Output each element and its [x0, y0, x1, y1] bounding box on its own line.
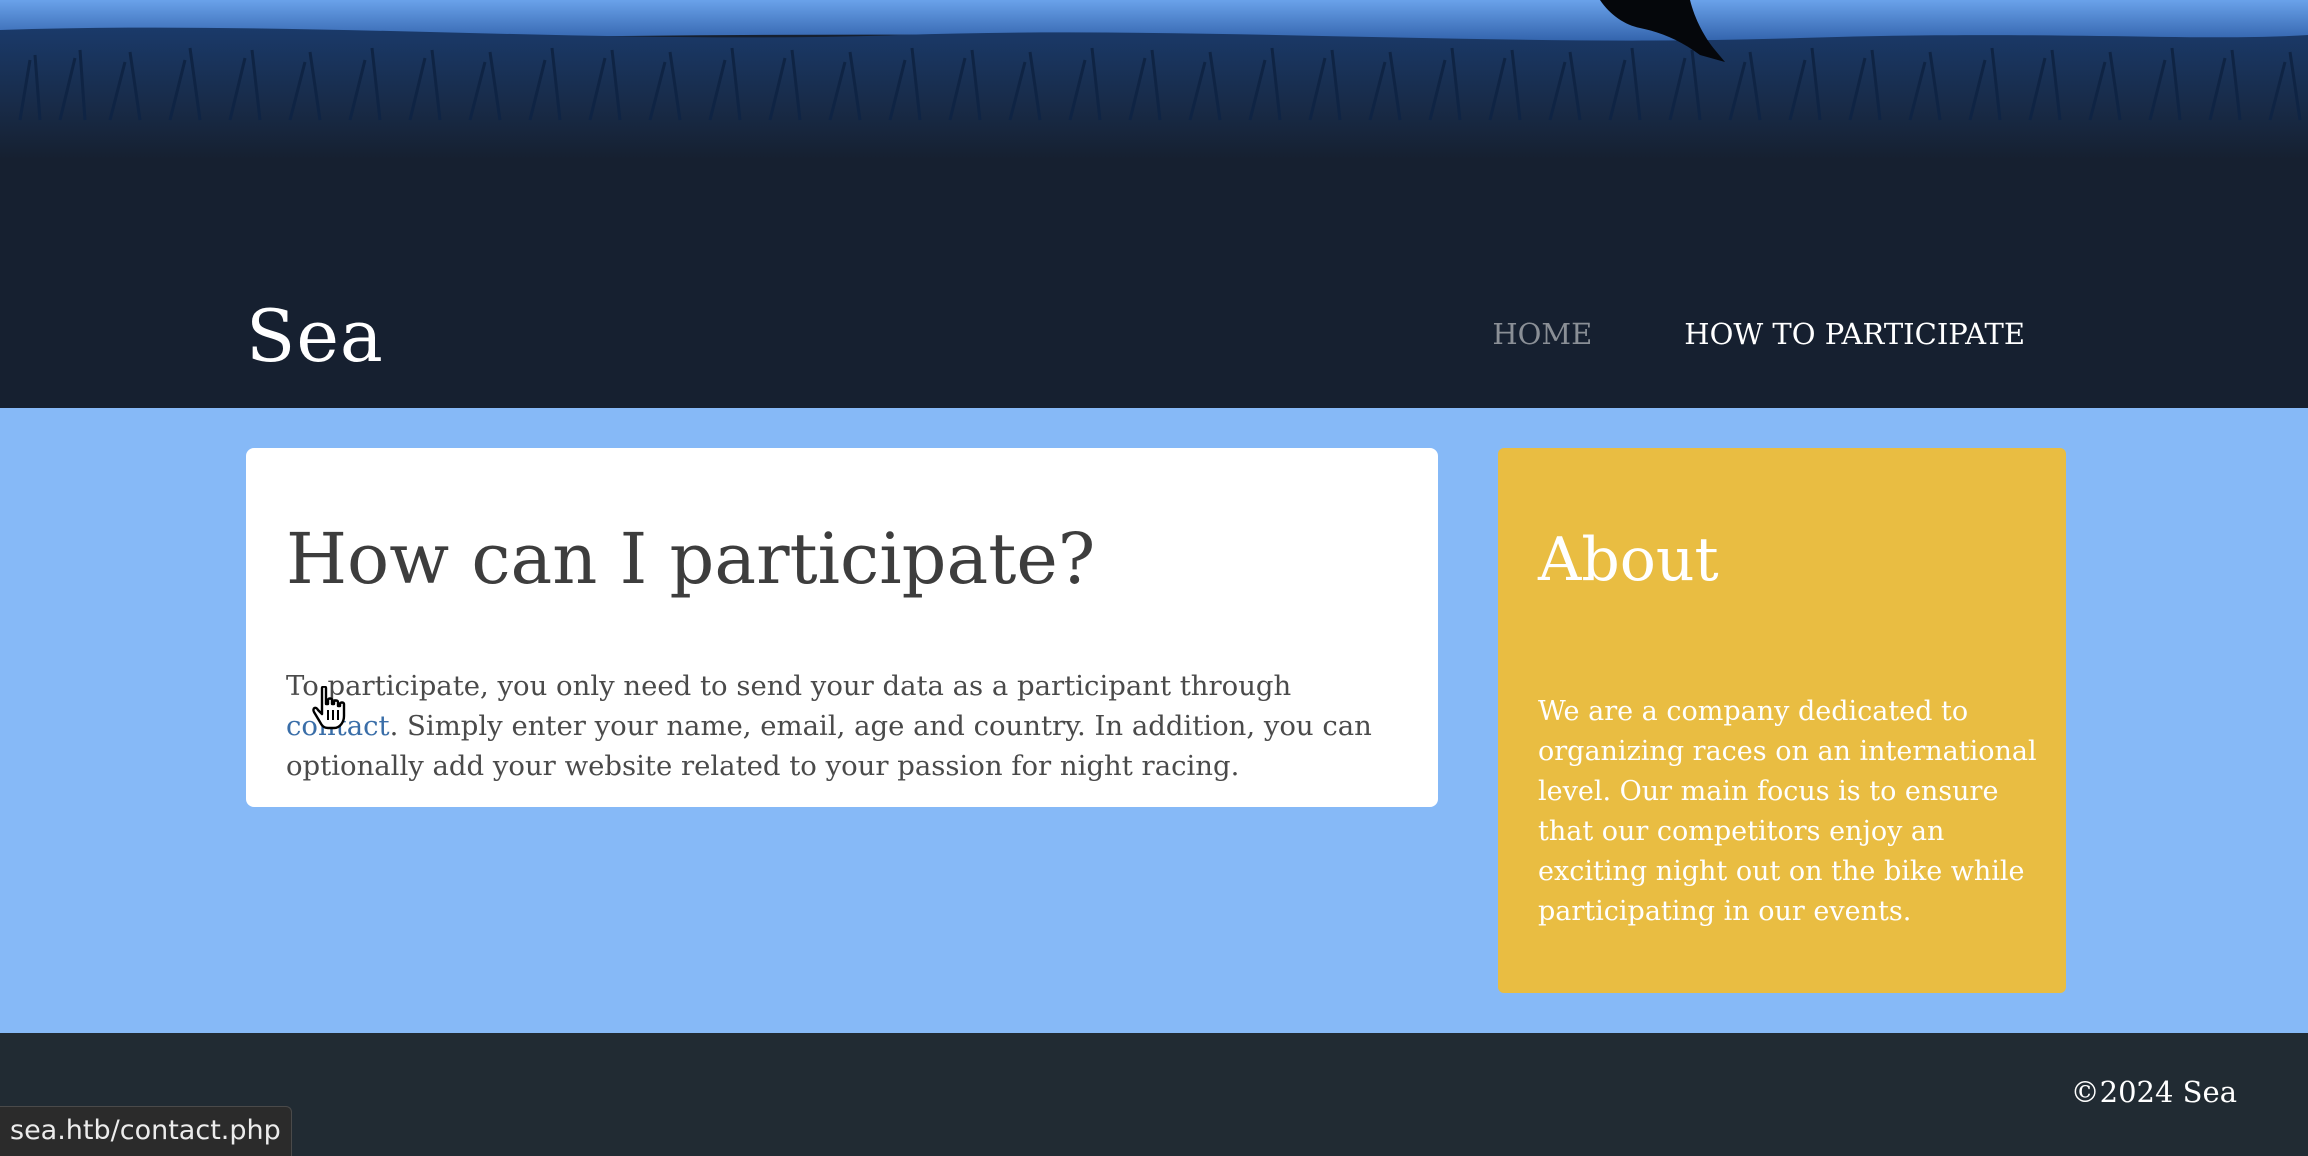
about-panel: About We are a company dedicated to orga… [1498, 448, 2066, 993]
page: Sea HOME HOW TO PARTICIPATE How can I pa… [0, 0, 2308, 1156]
main-nav: HOME HOW TO PARTICIPATE [1492, 320, 2025, 349]
participate-card: How can I participate? To participate, y… [246, 448, 1438, 807]
nav-home-link[interactable]: HOME [1492, 320, 1592, 349]
participate-description: To participate, you only need to send yo… [286, 666, 1406, 786]
hand-pointer-cursor-icon [312, 686, 346, 730]
description-text-before: To participate, you only need to send yo… [286, 670, 1292, 702]
about-heading: About [1538, 525, 1719, 595]
browser-status-bar: sea.htb/contact.php [0, 1106, 292, 1156]
copyright-text: ©2024 Sea [2070, 1075, 2237, 1109]
description-text-after: . Simply enter your name, email, age and… [286, 710, 1372, 782]
nav-how-to-participate-link[interactable]: HOW TO PARTICIPATE [1684, 320, 2025, 349]
site-header: Sea HOME HOW TO PARTICIPATE [0, 0, 2308, 408]
night-grass-banner-image [0, 0, 2308, 160]
about-text: We are a company dedicated to organizing… [1538, 696, 2037, 927]
site-title[interactable]: Sea [246, 300, 384, 372]
page-title: How can I participate? [286, 518, 1096, 600]
site-footer: ©2024 Sea [0, 1033, 2308, 1156]
